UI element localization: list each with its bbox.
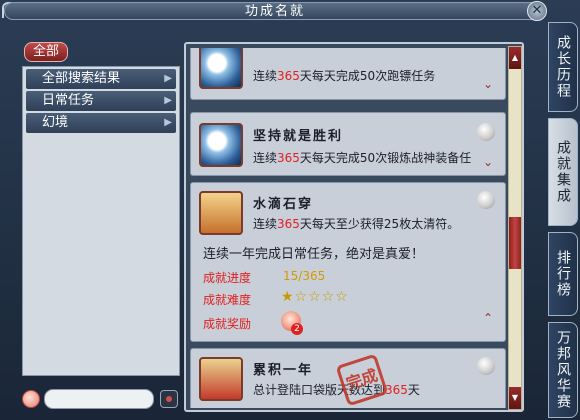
category-item-illusion[interactable]: 幻境 ▶ [26,113,176,133]
category-item-daily-tasks[interactable]: 日常任务 ▶ [26,91,176,111]
category-label: 日常任务 [42,93,95,108]
moon-orb-icon [199,123,243,167]
achievement-card[interactable]: 坚持就是胜利 连续365天每天完成50次锻炼战神装备任 ⌄ [190,112,506,176]
arrow-right-icon: ▶ [164,73,172,84]
category-label: 全部搜索结果 [42,71,121,86]
category-list: 全部搜索结果 ▶ 日常任务 ▶ 幻境 ▶ [22,66,180,376]
peach-badge-icon [477,357,495,375]
category-item-all-search-results[interactable]: 全部搜索结果 ▶ [26,69,176,89]
achievement-list[interactable]: 连续365天每天完成50次跑镖任务 ⌄ 坚持就是胜利 连续365天每天完成50次… [190,48,506,408]
moon-orb-icon [199,48,243,89]
completed-stamp: 完成 [335,353,389,407]
expand-chevron-icon[interactable]: ⌄ [483,77,493,91]
tab-leaderboard[interactable]: 排行榜 [548,232,578,316]
achievement-detail: 连续一年完成日常任务，绝对是真爱！ [203,247,425,262]
title-bar: 功成名就 [4,2,544,20]
achievement-desc: 连续365天每天完成50次锻炼战神装备任 [253,151,472,165]
tab-growth-history[interactable]: 成长历程 [548,22,578,112]
arrow-right-icon: ▶ [164,95,172,106]
category-panel: 全部 全部搜索结果 ▶ 日常任务 ▶ 幻境 ▶ [10,42,182,412]
arrow-right-icon: ▶ [164,117,172,128]
achievement-desc: 连续365天每天至少获得25枚太清符。 [253,217,460,231]
difficulty-stars: ★☆☆☆☆ [281,289,349,305]
scroll-thumb[interactable] [509,217,521,269]
progress-label: 成就进度 [203,271,252,285]
search-row [22,389,182,409]
peach-badge-icon [477,191,495,209]
tab-achievement-collection[interactable]: 成就集成 [548,118,578,226]
reward-count-badge: 2 [291,323,303,335]
achievement-card[interactable]: 累积一年 总计登陆口袋版天数达到365天 完成 [190,348,506,408]
side-tab-bar: 成长历程 成就集成 排行榜 万邦风华赛 [548,22,580,420]
window-title: 功成名就 [244,4,305,19]
progress-value: 15/365 [283,269,326,283]
achievement-card-expanded[interactable]: 水滴石穿 连续365天每天至少获得25枚太清符。 连续一年完成日常任务，绝对是真… [190,182,506,342]
close-button[interactable]: ✕ [527,1,547,21]
achievement-name: 坚持就是胜利 [253,129,344,144]
tab-label: 成长历程 [555,35,571,99]
achievement-list-panel: 连续365天每天完成50次跑镖任务 ⌄ 坚持就是胜利 连续365天每天完成50次… [184,42,524,412]
red-pouch-icon [199,357,243,401]
collapse-chevron-icon[interactable]: ⌃ [483,311,493,325]
achievement-card[interactable]: 连续365天每天完成50次跑镖任务 ⌄ [190,48,506,100]
expand-chevron-icon[interactable]: ⌄ [483,155,493,169]
difficulty-label: 成就难度 [203,293,252,307]
tab-label: 万邦风华赛 [555,330,571,410]
scrollbar[interactable]: ▲ ▼ [508,46,522,410]
search-input[interactable] [44,389,154,409]
peach-badge-icon [477,123,495,141]
all-filter-button[interactable]: 全部 [24,42,68,62]
tab-label: 排行榜 [555,250,571,298]
search-button[interactable] [160,390,178,408]
tab-label: 成就集成 [555,140,571,204]
scroll-up-button[interactable]: ▲ [509,47,521,69]
achievement-name: 累积一年 [253,363,314,378]
achievement-name: 水滴石穿 [253,197,314,212]
category-label: 幻境 [42,115,69,130]
reward-label: 成就奖励 [203,317,252,331]
achievement-desc: 连续365天每天完成50次跑镖任务 [253,69,436,83]
book-icon [199,191,243,235]
achievement-window: 功成名就 ✕ 成长历程 成就集成 排行榜 万邦风华赛 全部 全部搜索结果 ▶ 日… [0,0,580,420]
scroll-down-button[interactable]: ▼ [509,387,521,409]
tab-wanbang-contest[interactable]: 万邦风华赛 [548,322,578,418]
peach-search-icon [22,390,40,408]
